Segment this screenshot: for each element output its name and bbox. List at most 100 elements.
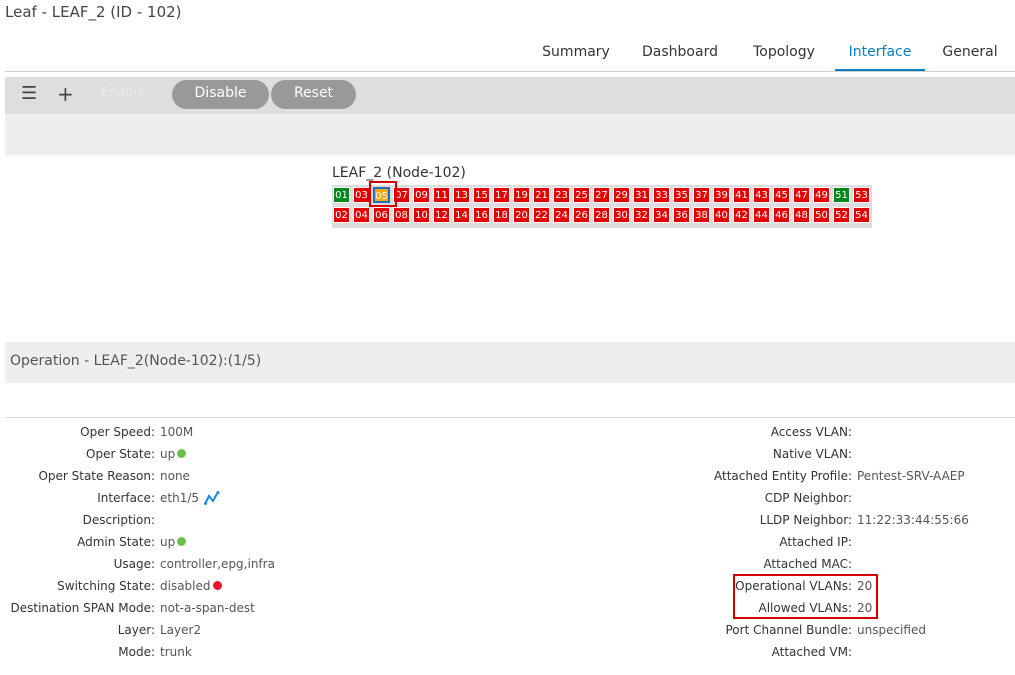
property-value: up xyxy=(160,447,187,461)
property-value-text: controller,epg,infra xyxy=(160,557,275,571)
property-label: Mode: xyxy=(118,645,155,659)
port-28[interactable]: 28 xyxy=(593,207,610,223)
port-35[interactable]: 35 xyxy=(673,187,690,203)
property-label: Description: xyxy=(82,513,155,527)
port-26[interactable]: 26 xyxy=(573,207,590,223)
port-41[interactable]: 41 xyxy=(733,187,750,203)
page-title: Leaf - LEAF_2 (ID - 102) xyxy=(5,3,182,21)
property-value: none xyxy=(160,469,190,483)
port-14[interactable]: 14 xyxy=(453,207,470,223)
menu-icon[interactable]: ☰ xyxy=(21,83,37,104)
port-09[interactable]: 09 xyxy=(413,187,430,203)
port-45[interactable]: 45 xyxy=(773,187,790,203)
property-label: Usage: xyxy=(113,557,155,571)
port-17[interactable]: 17 xyxy=(493,187,510,203)
enable-button[interactable]: Enable xyxy=(101,85,145,100)
port-24[interactable]: 24 xyxy=(553,207,570,223)
property-value-text: up xyxy=(160,535,176,549)
port-29[interactable]: 29 xyxy=(613,187,630,203)
port-30[interactable]: 30 xyxy=(613,207,630,223)
property-value: eth1/5 xyxy=(160,491,220,508)
property-value: Pentest-SRV-AAEP xyxy=(857,469,965,483)
port-11[interactable]: 11 xyxy=(433,187,450,203)
port-44[interactable]: 44 xyxy=(753,207,770,223)
tab-interface[interactable]: Interface xyxy=(835,38,925,72)
property-value: Layer2 xyxy=(160,623,201,637)
port-37[interactable]: 37 xyxy=(693,187,710,203)
property-label: LLDP Neighbor: xyxy=(759,513,852,527)
property-label: Switching State: xyxy=(57,579,155,593)
toolbar-subbar xyxy=(5,114,1015,155)
port-40[interactable]: 40 xyxy=(713,207,730,223)
port-36[interactable]: 36 xyxy=(673,207,690,223)
property-value-text: eth1/5 xyxy=(160,491,200,505)
property-value: unspecified xyxy=(857,623,926,637)
property-label: Attached MAC: xyxy=(763,557,852,571)
port-20[interactable]: 20 xyxy=(513,207,530,223)
property-value-text: up xyxy=(160,447,176,461)
status-red-dot-icon xyxy=(212,581,222,590)
port-34[interactable]: 34 xyxy=(653,207,670,223)
port-33[interactable]: 33 xyxy=(653,187,670,203)
port-39[interactable]: 39 xyxy=(713,187,730,203)
tab-dashboard[interactable]: Dashboard xyxy=(627,38,733,72)
tab-summary[interactable]: Summary xyxy=(525,38,627,72)
port-52[interactable]: 52 xyxy=(833,207,850,223)
port-16[interactable]: 16 xyxy=(473,207,490,223)
port-54[interactable]: 54 xyxy=(853,207,870,223)
port-51[interactable]: 51 xyxy=(833,187,850,203)
port-25[interactable]: 25 xyxy=(573,187,590,203)
port-43[interactable]: 43 xyxy=(753,187,770,203)
port-22[interactable]: 22 xyxy=(533,207,550,223)
switch-title: LEAF_2 (Node-102) xyxy=(332,165,466,181)
topology-chart-icon[interactable] xyxy=(204,491,220,508)
port-04[interactable]: 04 xyxy=(353,207,370,223)
property-value-text: disabled xyxy=(160,579,211,593)
port-27[interactable]: 27 xyxy=(593,187,610,203)
tab-topology[interactable]: Topology xyxy=(733,38,835,72)
property-value-text: 11:22:33:44:55:66 xyxy=(857,513,969,527)
port-15[interactable]: 15 xyxy=(473,187,490,203)
property-label: Admin State: xyxy=(77,535,155,549)
port-18[interactable]: 18 xyxy=(493,207,510,223)
port-01[interactable]: 01 xyxy=(333,187,350,203)
port-panel: 01 03 05 07 09 11 13 15 17 19 21 23 25 27 29 31 33 35 37 39… xyxy=(332,185,872,228)
port-31[interactable]: 31 xyxy=(633,187,650,203)
reset-button[interactable]: Reset xyxy=(271,80,356,109)
port-46[interactable]: 46 xyxy=(773,207,790,223)
port-12[interactable]: 12 xyxy=(433,207,450,223)
operation-header: Operation - LEAF_2(Node-102):(1/5) xyxy=(5,342,1015,383)
port-23[interactable]: 23 xyxy=(553,187,570,203)
port-50[interactable]: 50 xyxy=(813,207,830,223)
tab-bar: Summary Dashboard Topology Interface Gen… xyxy=(525,38,1015,72)
disable-button[interactable]: Disable xyxy=(172,80,269,109)
property-label: Port Channel Bundle: xyxy=(725,623,852,637)
port-32[interactable]: 32 xyxy=(633,207,650,223)
property-value: controller,epg,infra xyxy=(160,557,275,571)
port-08[interactable]: 08 xyxy=(393,207,410,223)
port-48[interactable]: 48 xyxy=(793,207,810,223)
port-19[interactable]: 19 xyxy=(513,187,530,203)
property-label: Destination SPAN Mode: xyxy=(10,601,156,615)
property-value: not-a-span-dest xyxy=(160,601,255,615)
port-10[interactable]: 10 xyxy=(413,207,430,223)
port-03[interactable]: 03 xyxy=(353,187,370,203)
interface-toolbar: ☰ + Enable Disable Reset xyxy=(5,77,1015,114)
port-47[interactable]: 47 xyxy=(793,187,810,203)
port-13[interactable]: 13 xyxy=(453,187,470,203)
port-38[interactable]: 38 xyxy=(693,207,710,223)
property-label: Attached Entity Profile: xyxy=(714,469,852,483)
port-53[interactable]: 53 xyxy=(853,187,870,203)
tab-divider xyxy=(5,71,1015,72)
port-06[interactable]: 06 xyxy=(373,207,390,223)
tab-general[interactable]: General xyxy=(925,38,1015,72)
port-42[interactable]: 42 xyxy=(733,207,750,223)
selected-port-highlight xyxy=(369,181,397,207)
port-49[interactable]: 49 xyxy=(813,187,830,203)
property-label: Attached VM: xyxy=(771,645,852,659)
plus-icon[interactable]: + xyxy=(57,82,74,106)
port-21[interactable]: 21 xyxy=(533,187,550,203)
property-value-text: unspecified xyxy=(857,623,926,637)
property-value-text: none xyxy=(160,469,190,483)
port-02[interactable]: 02 xyxy=(333,207,350,223)
